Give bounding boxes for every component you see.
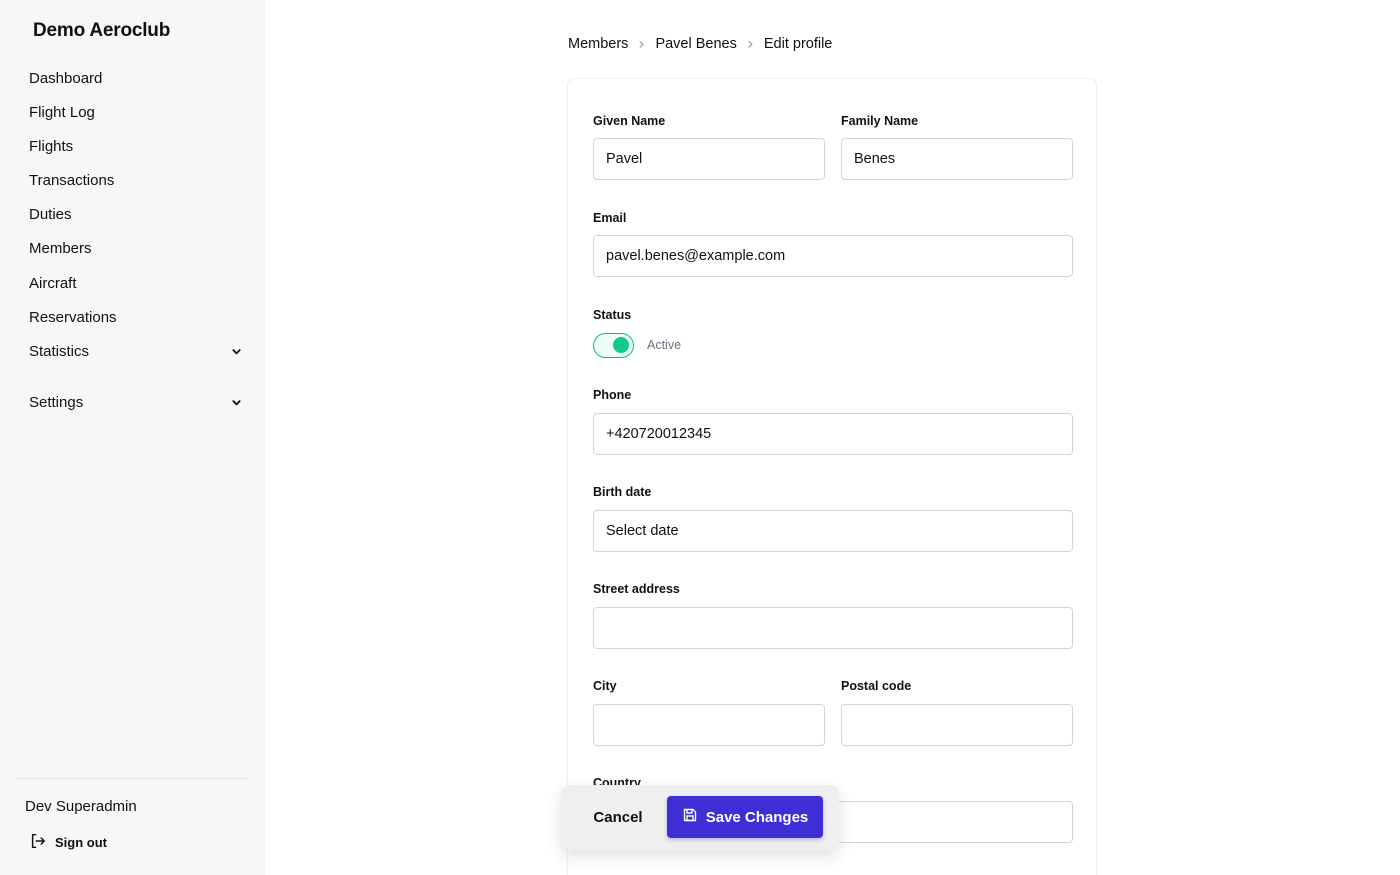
city-label: City [593,679,617,693]
sidebar-item-statistics[interactable]: Statistics [29,339,244,363]
email-label: Email [593,211,627,225]
current-user-name: Dev Superadmin [25,798,137,815]
sidebar-divider [16,778,248,779]
sidebar-item-label: Settings [29,393,84,411]
postal-code-input[interactable] [841,704,1073,746]
postal-code-label: Postal code [841,679,912,693]
family-name-label: Family Name [841,114,919,128]
sign-out-label: Sign out [55,834,107,850]
sidebar-item-label: Flights [29,137,74,155]
chevron-right-icon [628,40,655,49]
given-name-label: Given Name [593,114,666,128]
sidebar-item-label: Flight Log [29,103,95,121]
sidebar-item-label: Reservations [29,308,117,326]
sidebar-item-label: Duties [29,205,72,223]
email-input[interactable]: pavel.benes@example.com [593,235,1073,277]
breadcrumb-member[interactable]: Pavel Benes [655,36,736,52]
sidebar: Demo Aeroclub Dashboard Flight Log Fligh… [0,0,265,875]
breadcrumb-members[interactable]: Members [568,36,628,52]
chevron-down-icon[interactable] [229,395,243,409]
status-toggle[interactable] [593,333,634,358]
cancel-button[interactable]: Cancel [582,797,654,837]
city-input[interactable] [593,704,825,746]
phone-label: Phone [593,388,632,402]
app-title: Demo Aeroclub [33,20,171,41]
birth-date-picker[interactable]: Select date [593,510,1073,552]
sidebar-item-members[interactable]: Members [29,236,244,260]
status-label: Status [593,308,632,322]
sidebar-item-transactions[interactable]: Transactions [29,168,244,192]
family-name-input[interactable]: Benes [841,138,1073,180]
birth-date-label: Birth date [593,485,652,499]
sidebar-item-flight-log[interactable]: Flight Log [29,100,244,124]
breadcrumb-current: Edit profile [763,36,833,52]
given-name-input[interactable]: Pavel [593,138,825,180]
save-changes-label: Save Changes [705,808,809,826]
sidebar-item-label: Statistics [29,342,90,360]
save-icon [682,807,698,827]
sidebar-item-label: Dashboard [29,69,103,87]
sidebar-item-label: Transactions [29,171,115,189]
sidebar-item-duties[interactable]: Duties [29,202,244,226]
sidebar-item-dashboard[interactable]: Dashboard [29,66,244,90]
sidebar-item-settings[interactable]: Settings [29,390,244,414]
street-address-label: Street address [593,582,680,596]
phone-input[interactable]: +420720012345 [593,413,1073,455]
sign-out-icon [29,832,47,853]
toggle-knob [613,337,629,353]
status-value: Active [647,338,682,352]
sidebar-item-label: Aircraft [29,274,77,292]
save-changes-button[interactable]: Save Changes [667,796,823,838]
breadcrumb: Members Pavel Benes Edit profile [568,34,832,54]
edit-profile-form [567,78,1097,875]
sidebar-item-label: Members [29,239,92,257]
sidebar-item-flights[interactable]: Flights [29,134,244,158]
street-address-input[interactable] [593,607,1073,649]
sidebar-item-aircraft[interactable]: Aircraft [29,271,244,295]
chevron-right-icon [737,40,764,49]
chevron-down-icon[interactable] [229,344,243,358]
sidebar-item-reservations[interactable]: Reservations [29,305,244,329]
sign-out-button[interactable]: Sign out [29,832,107,852]
